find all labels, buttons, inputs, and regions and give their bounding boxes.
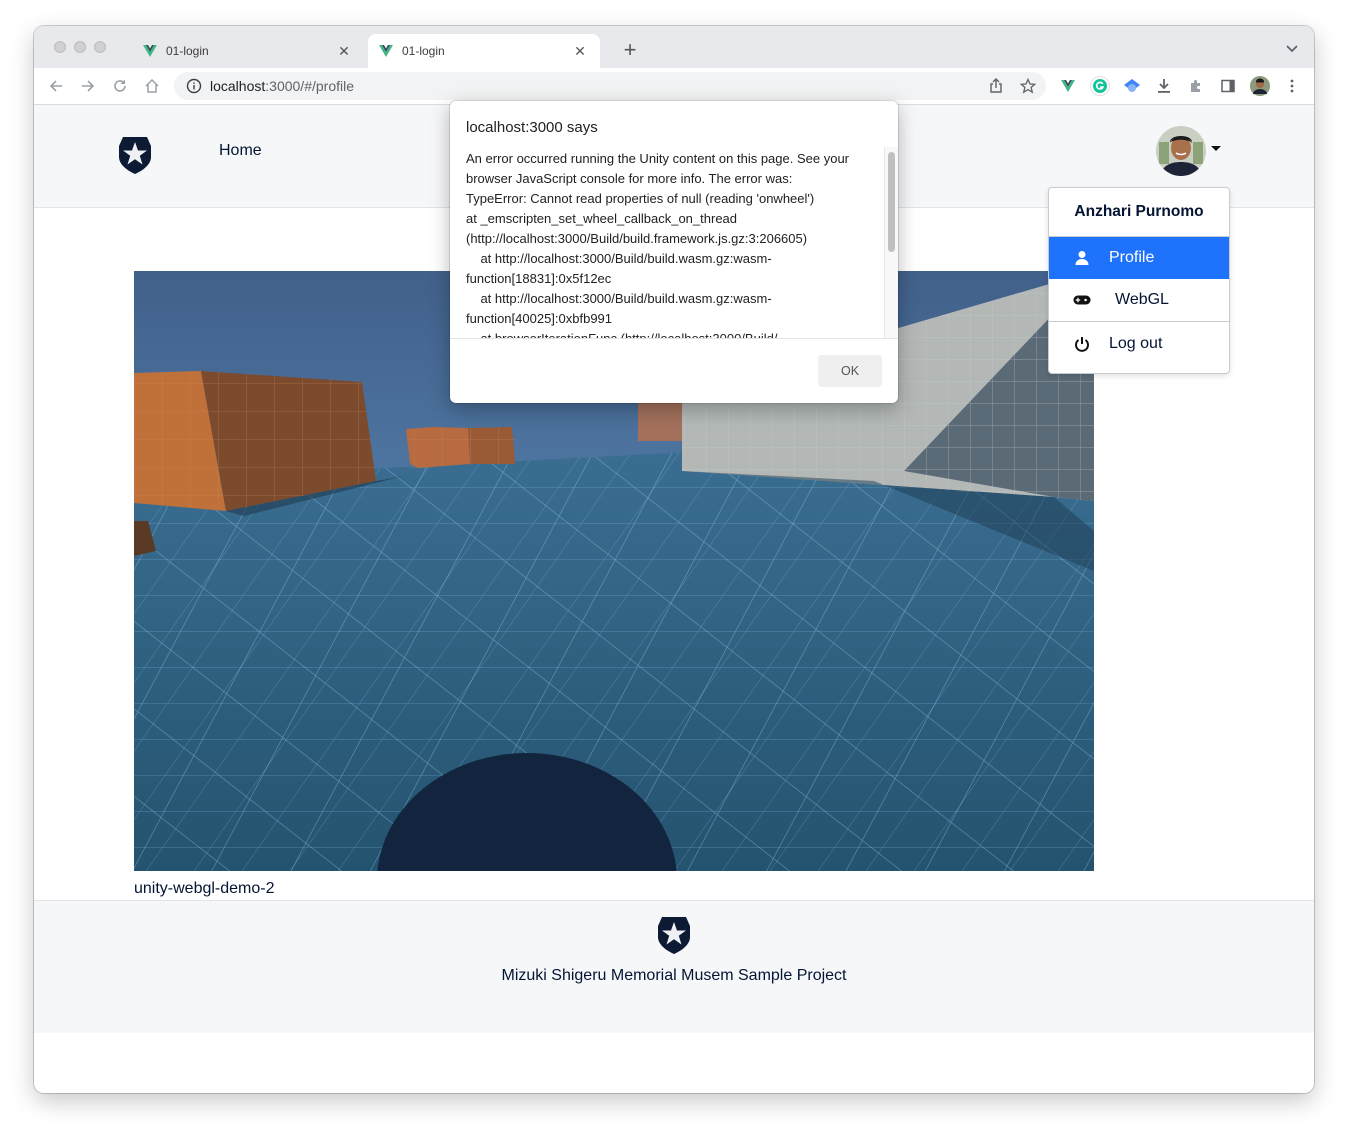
- game-caption: unity-webgl-demo-2: [134, 880, 275, 897]
- tab-strip: 01-login ✕ 01-login ✕ +: [34, 26, 1314, 68]
- vue-devtools-icon: [1061, 80, 1075, 92]
- distant-box: [638, 403, 684, 441]
- bookmark-star-icon[interactable]: [1020, 78, 1036, 94]
- dialog-message: An error occurred running the Unity cont…: [466, 151, 849, 339]
- scholar-extension[interactable]: [1122, 76, 1142, 96]
- reload-icon: [114, 79, 126, 92]
- graduation-cap-icon: [1124, 79, 1140, 92]
- ok-button[interactable]: OK: [818, 355, 882, 387]
- menu-item-label: Log out: [1109, 334, 1163, 352]
- more-vertical-icon: [1290, 79, 1294, 93]
- tab-title: 01-login: [402, 44, 445, 58]
- close-window-button[interactable]: [54, 41, 66, 53]
- browser-menu-button[interactable]: [1282, 76, 1302, 96]
- menu-item-label: WebGL: [1115, 291, 1169, 308]
- maximize-window-button[interactable]: [94, 41, 106, 53]
- side-panel-icon: [1221, 79, 1235, 93]
- footer-text: Mizuki Shigeru Memorial Musem Sample Pro…: [501, 967, 847, 984]
- url-path: :3000/#/profile: [265, 78, 354, 94]
- nav-link-home[interactable]: Home: [219, 142, 262, 160]
- tab-title: 01-login: [166, 44, 209, 58]
- menu-item-profile[interactable]: Profile: [1049, 237, 1229, 279]
- arrow-right-icon: [82, 80, 95, 92]
- alert-dialog: localhost:3000 says An error occurred ru…: [450, 101, 898, 403]
- extensions-button[interactable]: [1186, 76, 1206, 96]
- grammarly-extension[interactable]: [1090, 76, 1110, 96]
- user-menu-caret-icon[interactable]: [1211, 146, 1221, 151]
- arrow-left-icon: [49, 80, 62, 92]
- close-tab-icon[interactable]: ✕: [336, 43, 352, 60]
- downloads-button[interactable]: [1154, 76, 1174, 96]
- orange-box-small: [406, 427, 515, 468]
- reload-button[interactable]: [110, 76, 130, 96]
- download-icon: [1158, 79, 1170, 93]
- user-icon: [1075, 251, 1089, 265]
- address-bar[interactable]: localhost:3000/#/profile: [174, 72, 1046, 100]
- browser-tab-2[interactable]: 01-login ✕: [368, 34, 600, 68]
- url-host: localhost: [210, 78, 266, 94]
- user-name: Anzhari Purnomo: [1049, 188, 1229, 237]
- home-icon: [145, 78, 159, 93]
- user-avatar[interactable]: [1156, 126, 1206, 176]
- user-photo: [1156, 126, 1206, 176]
- menu-item-label: Profile: [1109, 249, 1155, 266]
- new-tab-button[interactable]: +: [618, 38, 642, 62]
- user-dropdown-menu: Anzhari Purnomo Profile WebGL Log out: [1048, 187, 1230, 374]
- grammarly-icon: [1090, 76, 1110, 96]
- vue-logo-icon: [143, 45, 157, 57]
- gamepad-icon: [1073, 295, 1091, 305]
- minimize-window-button[interactable]: [74, 41, 86, 53]
- browser-toolbar: localhost:3000/#/profile: [34, 68, 1314, 105]
- share-icon[interactable]: [988, 78, 1004, 94]
- side-panel-button[interactable]: [1218, 76, 1238, 96]
- site-info-icon[interactable]: [186, 78, 202, 94]
- puzzle-icon: [1191, 80, 1200, 92]
- profile-avatar-button[interactable]: [1250, 76, 1270, 96]
- power-icon: [1075, 336, 1089, 352]
- dialog-scrollbar-thumb[interactable]: [888, 152, 895, 252]
- url-text: localhost:3000/#/profile: [210, 78, 354, 94]
- forward-button[interactable]: [78, 76, 98, 96]
- tab-search-chevron-icon[interactable]: [1284, 40, 1300, 56]
- menu-item-logout[interactable]: Log out: [1049, 322, 1229, 365]
- profile-avatar-icon: [1250, 76, 1270, 96]
- vue-devtools-extension[interactable]: [1058, 76, 1078, 96]
- dialog-message-area: An error occurred running the Unity cont…: [450, 147, 898, 339]
- footer-auth0-logo-icon: [658, 917, 690, 954]
- home-button[interactable]: [142, 76, 162, 96]
- menu-item-webgl[interactable]: WebGL: [1049, 279, 1229, 321]
- close-tab-icon[interactable]: ✕: [572, 43, 588, 60]
- browser-tab-1[interactable]: 01-login ✕: [132, 34, 364, 68]
- dialog-scrollbar[interactable]: [884, 147, 898, 338]
- site-footer: Mizuki Shigeru Memorial Musem Sample Pro…: [34, 900, 1314, 1033]
- back-button[interactable]: [46, 76, 66, 96]
- auth0-logo-icon[interactable]: [118, 136, 152, 174]
- dialog-title: localhost:3000 says: [466, 119, 598, 136]
- vue-logo-icon: [379, 45, 393, 57]
